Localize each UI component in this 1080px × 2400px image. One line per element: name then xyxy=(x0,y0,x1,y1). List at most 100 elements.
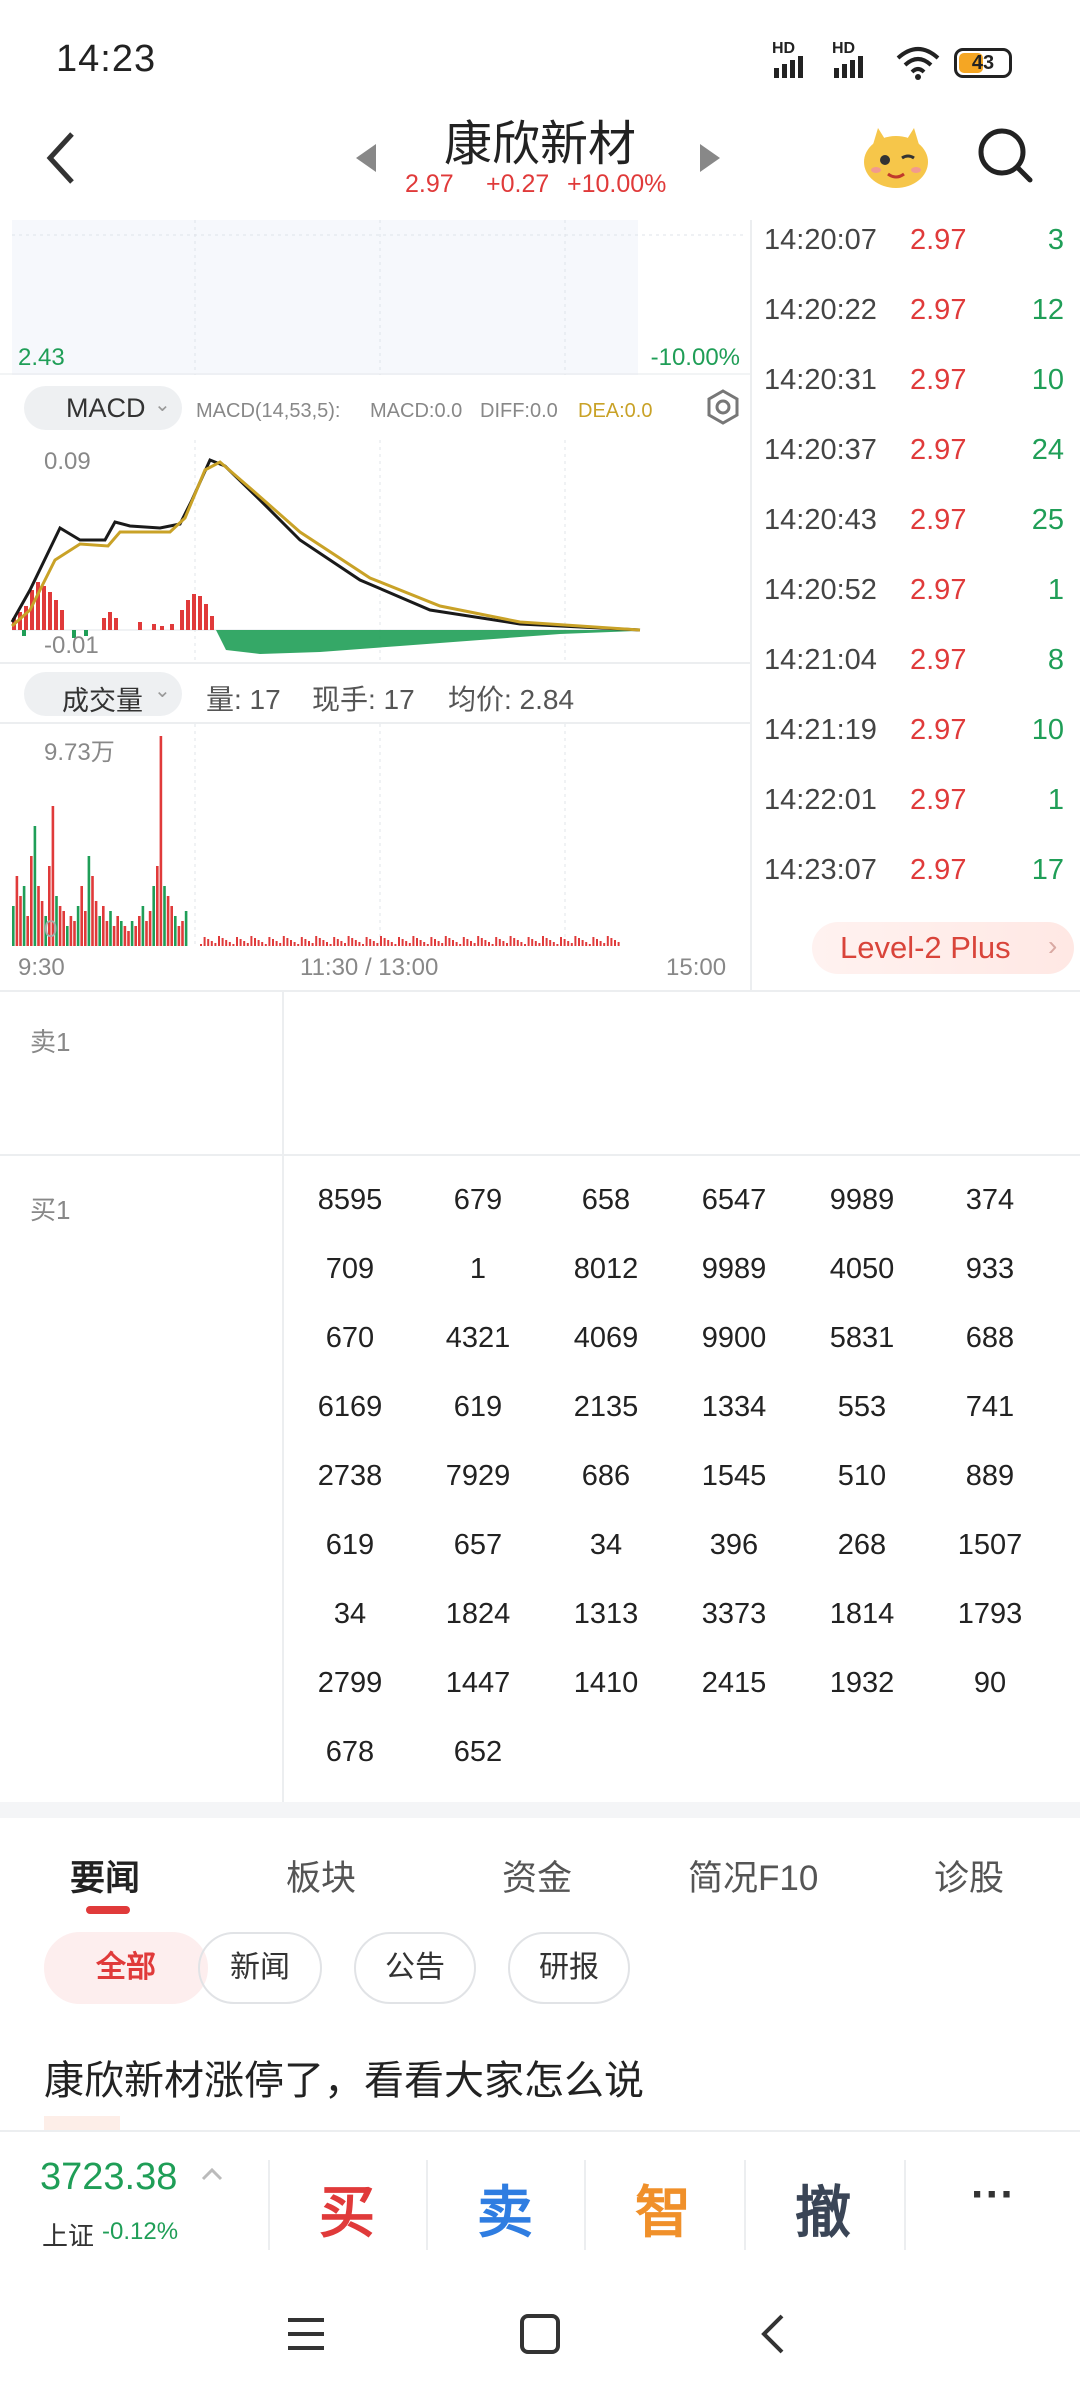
volume-bar xyxy=(116,916,119,946)
volume-bar xyxy=(390,942,393,946)
volume-bar xyxy=(98,916,101,946)
tick-price: 2.97 xyxy=(910,364,967,396)
volume-bar xyxy=(318,938,321,946)
tick-row: 14:20:31 2.97 10 xyxy=(0,364,1080,404)
volume-bar xyxy=(239,939,242,946)
tab-f10[interactable]: 简况F10 xyxy=(688,1850,818,1901)
queue-order-size: 5831 xyxy=(829,1322,895,1354)
tick-row: 14:23:07 2.97 17 xyxy=(0,854,1080,894)
mascot-icon[interactable] xyxy=(858,118,934,194)
volume-bar xyxy=(300,937,303,946)
volume-bar xyxy=(581,940,584,946)
chip-research[interactable]: 研报 xyxy=(508,1932,630,2004)
next-stock-icon[interactable] xyxy=(700,144,720,172)
tick-price: 2.97 xyxy=(910,294,967,326)
volume-bar xyxy=(58,906,62,946)
home-icon[interactable] xyxy=(518,2312,562,2356)
volume-bar xyxy=(322,940,325,946)
volume-bar xyxy=(549,940,552,946)
queue-order-size: 686 xyxy=(581,1460,631,1492)
queue-order-size: 670 xyxy=(325,1322,375,1354)
cancel-order-button[interactable]: 撤 xyxy=(748,2168,898,2249)
tick-row: 14:22:01 2.97 1 xyxy=(0,784,1080,824)
queue-order-size: 34 xyxy=(589,1529,623,1561)
volume-bar xyxy=(228,942,231,946)
volume-bar xyxy=(470,941,472,946)
smart-button[interactable]: 智 xyxy=(588,2168,738,2249)
queue-order-size: 2799 xyxy=(317,1667,383,1699)
nav-back-icon[interactable] xyxy=(752,2312,796,2356)
queue-order-size: 6169 xyxy=(317,1391,383,1423)
tick-price: 2.97 xyxy=(910,784,967,816)
queue-order-size: 658 xyxy=(581,1184,631,1216)
queue-order-size: 1410 xyxy=(573,1667,639,1699)
tab-diagnose[interactable]: 诊股 xyxy=(934,1850,1004,1901)
queue-order-size: 889 xyxy=(965,1460,1015,1492)
tick-price: 2.97 xyxy=(910,644,967,676)
chevron-up-icon xyxy=(201,2167,223,2181)
volume-bar xyxy=(304,939,307,946)
tick-row: 14:21:19 2.97 10 xyxy=(0,714,1080,754)
index-value: 3723.38 xyxy=(40,2156,178,2198)
volume-bar xyxy=(109,911,112,946)
volume-bar xyxy=(40,901,44,946)
volume-bar xyxy=(473,943,476,946)
queue-order-size: 678 xyxy=(325,1736,375,1768)
volume-bar xyxy=(243,941,246,946)
tab-funds[interactable]: 资金 xyxy=(502,1850,572,1901)
queue-order-size: 2135 xyxy=(573,1391,639,1423)
volume-bar xyxy=(498,939,501,946)
volume-bar xyxy=(354,940,357,946)
sell-button[interactable]: 卖 xyxy=(430,2168,580,2249)
volume-bar xyxy=(333,937,336,946)
volume-bar xyxy=(560,937,562,946)
more-button[interactable]: ··· xyxy=(908,2170,1078,2220)
level2-plus-button[interactable]: Level-2 Plus › xyxy=(812,922,1074,974)
volume-bar xyxy=(275,941,278,946)
wifi-icon xyxy=(896,47,940,80)
tick-row: 14:21:04 2.97 8 xyxy=(0,644,1080,684)
queue-order-size: 4321 xyxy=(445,1322,511,1354)
volume-bar xyxy=(585,942,588,946)
prev-stock-icon[interactable] xyxy=(356,144,376,172)
volume-bar xyxy=(69,916,73,946)
tick-volume: 10 xyxy=(1031,364,1064,396)
volume-bar xyxy=(405,941,408,946)
tab-news-main[interactable]: 要闻 xyxy=(70,1850,140,1901)
index-widget[interactable]: 3723.38 上证 -0.12% xyxy=(40,2150,260,2260)
buy1-label: 买1 xyxy=(30,1195,71,1225)
queue-order-size: 268 xyxy=(837,1529,887,1561)
volume-bar xyxy=(351,938,354,946)
back-icon[interactable] xyxy=(42,128,82,188)
tick-time: 14:22:01 xyxy=(764,784,877,816)
tick-time: 14:21:19 xyxy=(764,714,877,746)
queue-order-size: 741 xyxy=(965,1391,1015,1423)
queue-order-size: 374 xyxy=(965,1184,1015,1216)
volume-bar xyxy=(37,886,40,946)
queue-order-size: 688 xyxy=(965,1322,1015,1354)
queue-order-size: 90 xyxy=(973,1667,1007,1699)
queue-order-size: 619 xyxy=(325,1529,375,1561)
tab-sector[interactable]: 板块 xyxy=(286,1850,356,1901)
volume-bar xyxy=(73,921,76,946)
buy-button[interactable]: 买 xyxy=(272,2168,422,2249)
volume-bar xyxy=(272,939,274,946)
news-headline[interactable]: 康欣新材涨停了，看看大家怎么说 xyxy=(44,2048,644,2106)
battery-level: 43 xyxy=(971,52,995,74)
volume-bar xyxy=(372,941,375,946)
volume-bar xyxy=(596,939,598,946)
queue-order-size: 2738 xyxy=(317,1460,383,1492)
volume-bar xyxy=(567,941,570,946)
search-icon[interactable] xyxy=(976,126,1036,186)
volume-selector-label: 成交量 xyxy=(62,686,143,716)
volume-bar xyxy=(268,937,271,946)
stock-name: 康欣新材 xyxy=(443,118,636,171)
menu-icon[interactable] xyxy=(284,2312,328,2356)
chip-all[interactable]: 全部 xyxy=(44,1932,208,2004)
volume-bar xyxy=(408,943,411,946)
volume-bar xyxy=(606,936,609,946)
chip-announcement[interactable]: 公告 xyxy=(354,1932,476,2004)
volume-bar xyxy=(66,926,69,946)
tick-time: 14:21:04 xyxy=(764,644,877,676)
chip-news[interactable]: 新闻 xyxy=(198,1932,322,2004)
